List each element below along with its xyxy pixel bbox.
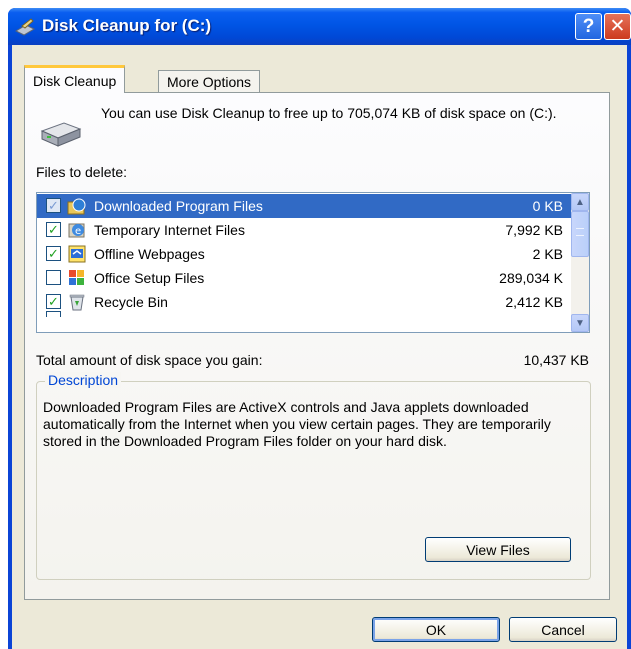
globe-folder-icon	[67, 198, 86, 215]
disk-cleanup-window: Disk Cleanup for (C:) ? ✕ Disk Cleanup M…	[8, 8, 631, 649]
dialog-client-area: Disk Cleanup More Options You can use Di…	[12, 45, 627, 649]
file-size: 289,034 K	[499, 270, 563, 286]
file-name: Recycle Bin	[94, 294, 168, 310]
tab-more-options[interactable]: More Options	[158, 70, 261, 93]
window-title: Disk Cleanup for (C:)	[42, 16, 212, 35]
scroll-grip-icon	[576, 228, 584, 236]
tab-disk-cleanup[interactable]: Disk Cleanup	[24, 65, 126, 93]
svg-text:e: e	[75, 226, 81, 237]
file-size: 2,412 KB	[505, 294, 563, 310]
list-item-office-setup-files[interactable]: Office Setup Files 289,034 K	[37, 266, 571, 290]
checkbox[interactable]: ✓	[46, 222, 61, 237]
file-name: Temporary Internet Files	[94, 222, 245, 238]
file-size: 0 KB	[532, 198, 563, 214]
file-name: Office Setup Files	[94, 270, 205, 286]
scroll-up-button[interactable]: ▲	[571, 193, 589, 211]
hard-drive-icon	[40, 122, 82, 147]
file-size: 2 KB	[532, 246, 563, 262]
file-size: 7,992 KB	[505, 222, 563, 238]
description-groupbox: Description Downloaded Program Files are…	[36, 372, 591, 580]
checkbox-partial	[46, 311, 61, 317]
vertical-scrollbar[interactable]: ▲ ▼	[571, 193, 589, 332]
checkbox[interactable]	[46, 270, 61, 285]
cancel-button[interactable]: Cancel	[509, 617, 617, 642]
help-button[interactable]: ?	[575, 13, 602, 40]
checkbox[interactable]: ✓	[46, 294, 61, 309]
list-item-offline-webpages[interactable]: ✓ Offline Webpages 2 KB	[37, 242, 571, 266]
description-text: Downloaded Program Files are ActiveX con…	[43, 399, 551, 449]
total-space-label: Total amount of disk space you gain:	[36, 352, 263, 368]
recycle-bin-icon	[69, 294, 85, 311]
checkbox[interactable]: ✓	[46, 198, 61, 213]
close-button[interactable]: ✕	[604, 13, 631, 40]
description-title: Description	[45, 372, 122, 388]
files-to-delete-label: Files to delete:	[36, 164, 128, 180]
scroll-thumb[interactable]	[571, 211, 589, 257]
ie-icon: e	[68, 223, 85, 238]
intro-text: You can use Disk Cleanup to free up to 7…	[101, 105, 557, 121]
title-bar[interactable]: Disk Cleanup for (C:) ? ✕	[8, 8, 631, 45]
file-name: Offline Webpages	[94, 246, 205, 262]
total-space-value: 10,437 KB	[523, 352, 589, 368]
files-to-delete-list[interactable]: ✓ Downloaded Program Files 0 KB ✓ e Temp…	[36, 192, 590, 333]
list-item-downloaded-program-files[interactable]: ✓ Downloaded Program Files 0 KB	[37, 194, 571, 218]
list-item-recycle-bin[interactable]: ✓ Recycle Bin 2,412 KB	[37, 290, 571, 314]
ok-button[interactable]: OK	[372, 617, 500, 642]
checkbox[interactable]: ✓	[46, 246, 61, 261]
offline-pages-icon	[68, 245, 86, 263]
file-name: Downloaded Program Files	[94, 198, 263, 214]
office-icon	[69, 270, 84, 285]
disk-cleanup-tab-panel: You can use Disk Cleanup to free up to 7…	[24, 92, 610, 600]
view-files-button[interactable]: View Files	[425, 537, 571, 562]
list-item-temporary-internet-files[interactable]: ✓ e Temporary Internet Files 7,992 KB	[37, 218, 571, 242]
scroll-down-button[interactable]: ▼	[571, 314, 589, 332]
disk-cleanup-broom-icon	[14, 18, 36, 36]
